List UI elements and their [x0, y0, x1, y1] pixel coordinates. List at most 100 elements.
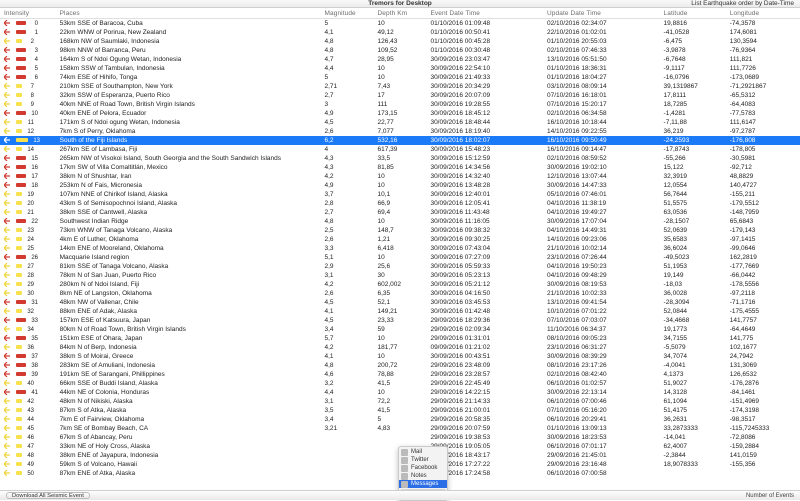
table-row[interactable]: 4387km S of Atka, Alaska3,541,529/09/201…	[0, 406, 800, 415]
cell-places: 59km S of Volcano, Hawaii	[56, 460, 321, 469]
table-row[interactable]: 4144km NE of Colonia, Honduras4,41029/09…	[0, 388, 800, 397]
col-update-datetime[interactable]: Update Date Time	[543, 8, 660, 19]
cell-magnitude: 4,1	[321, 307, 374, 316]
cell-latitude: 33,2873333	[660, 424, 726, 433]
table-row[interactable]: 18253km N of Fais, Micronesia4,91030/09/…	[0, 181, 800, 190]
table-row[interactable]: 447km E of Fairview, Oklahoma3,4529/09/2…	[0, 415, 800, 424]
intensity-arrow-icon	[4, 56, 14, 62]
table-row[interactable]: 3480km N of Road Town, British Virgin Is…	[0, 325, 800, 334]
cell-event-datetime: 29/09/2016 02:09:34	[426, 325, 543, 334]
table-row[interactable]: 3148km NW of Vallenar, Chile4,552,130/09…	[0, 298, 800, 307]
intensity-bar	[16, 57, 26, 61]
menu-item-facebook[interactable]: Facebook	[399, 464, 447, 472]
table-row[interactable]: 19107km NNE of Chirikof Island, Alaska3,…	[0, 190, 800, 199]
col-intensity[interactable]: Intensity	[0, 8, 56, 19]
menubar: Tremors for Desktop List Earthquake orde…	[0, 0, 800, 8]
table-row[interactable]: 2514km ENE of Mooreland, Oklahoma3,36,41…	[0, 244, 800, 253]
cell-event-datetime: 30/09/2016 03:45:53	[426, 298, 543, 307]
table-row[interactable]: 053km SSE of Baracoa, Cuba51001/10/2016 …	[0, 19, 800, 29]
table-row[interactable]: 122km WNW of Porirua, New Zealand4,149,1…	[0, 28, 800, 37]
cell-depth: 41,5	[373, 406, 426, 415]
table-row[interactable]: 22Southwest Indian Ridge4,81030/09/2016 …	[0, 217, 800, 226]
table-row[interactable]: 29280km N of Ndoi Island, Fiji4,2602,002…	[0, 280, 800, 289]
cell-places: 7km E of Fairview, Oklahoma	[56, 415, 321, 424]
cell-depth: 7,43	[373, 82, 426, 91]
cell-update-datetime: 08/10/2016 23:17:26	[543, 361, 660, 370]
cell-depth: 5	[373, 415, 426, 424]
table-row[interactable]: 674km ESE of Hihifo, Tonga51030/09/2016 …	[0, 73, 800, 82]
table-row[interactable]: 35151km ESE of Ohara, Japan5,71029/09/20…	[0, 334, 800, 343]
intensity-bar	[16, 327, 22, 331]
table-row[interactable]: 15265km NW of Visokoi Island, South Geor…	[0, 154, 800, 163]
menu-item-messages[interactable]: Messages	[399, 480, 447, 488]
cell-update-datetime: 03/10/2016 08:09:14	[543, 82, 660, 91]
row-rank: 2	[24, 39, 34, 45]
table-row[interactable]: 2168km NW of Saumlaki, Indonesia4,8126,4…	[0, 37, 800, 46]
col-depth[interactable]: Depth Km	[373, 8, 426, 19]
table-row[interactable]: 4066km SSE of Buddi Island, Alaska3,241,…	[0, 379, 800, 388]
cell-depth: 10	[373, 334, 426, 343]
cell-places: 81km SSE of Tanaga Volcano, Alaska	[56, 262, 321, 271]
cell-event-datetime: 30/09/2016 09:30:25	[426, 235, 543, 244]
table-row[interactable]: 127km S of Perry, Oklahoma2,67,07730/09/…	[0, 127, 800, 136]
intensity-bar	[16, 66, 26, 70]
table-row[interactable]: 4248km N of Nikiski, Alaska3,172,229/09/…	[0, 397, 800, 406]
intensity-arrow-icon	[4, 470, 14, 476]
table-row[interactable]: 7210km SSE of Southampton, New York2,717…	[0, 82, 800, 91]
row-rank: 36	[24, 345, 34, 351]
table-row[interactable]: 940km NNE of Road Town, British Virgin I…	[0, 100, 800, 109]
col-magnitude[interactable]: Magnitude	[321, 8, 374, 19]
download-all-button[interactable]: Download All Seismic Event	[6, 492, 90, 500]
intensity-bar	[16, 372, 26, 376]
table-row[interactable]: 2878km N of San Juan, Puerto Rico3,13030…	[0, 271, 800, 280]
table-row[interactable]: 457km SE of Bombay Beach, CA3,214,8329/0…	[0, 424, 800, 433]
table-row[interactable]: 13South of the Fiji Islands6,2532,1630/0…	[0, 136, 800, 145]
col-places[interactable]: Places	[56, 8, 321, 19]
cell-latitude: 32,3919	[660, 172, 726, 181]
table-row[interactable]: 3684km N of Berp, Indonesia4,2181,7709/0…	[0, 343, 800, 352]
cell-update-datetime: 08/10/2016 09:05:23	[543, 334, 660, 343]
cell-longitude: 111,7726	[726, 64, 800, 73]
cell-depth: 10	[373, 181, 426, 190]
intensity-arrow-icon	[4, 92, 14, 98]
col-latitude[interactable]: Latitude	[660, 8, 726, 19]
table-row[interactable]: 4164km S of Ndoi Ogung Wetan, Indonesia4…	[0, 55, 800, 64]
table-row[interactable]: 2781km SSE of Tanaga Volcano, Alaska2,92…	[0, 262, 800, 271]
table-row[interactable]: 308km NE of Langston, Oklahoma2,66,3530/…	[0, 289, 800, 298]
cell-depth: 7,077	[373, 127, 426, 136]
table-row[interactable]: 2138km SSE of Cantwell, Alaska2,769,430/…	[0, 208, 800, 217]
menu-item-twitter[interactable]: Twitter	[399, 456, 447, 464]
table-row[interactable]: 38283km SE of Amuliani, Indonesia4,8200,…	[0, 361, 800, 370]
table-row[interactable]: 26Macquarie Island region5,11030/09/2016…	[0, 253, 800, 262]
table-row[interactable]: 1738km N of Shushtar, Iran4,21030/09/201…	[0, 172, 800, 181]
table-row[interactable]: 1617km SW of Villa Comaltitlán, Mexico4,…	[0, 163, 800, 172]
table-row[interactable]: 244km E of Luther, Oklahoma2,61,2130/09/…	[0, 235, 800, 244]
row-rank: 33	[28, 318, 38, 324]
table-row[interactable]: 5158km SSW of Tambulan, Indonesia4,41030…	[0, 64, 800, 73]
cell-event-datetime: 01/10/2016 00:30:48	[426, 46, 543, 55]
table-row[interactable]: 2043km S of Semisopochnoi Island, Alaska…	[0, 199, 800, 208]
table-row[interactable]: 398km NNW of Barranca, Peru4,8109,5201/1…	[0, 46, 800, 55]
table-row[interactable]: 39191km SE of Sarangani, Phillippines4,6…	[0, 370, 800, 379]
table-row[interactable]: 2373km WNW of Tanaga Volcano, Alaska2,51…	[0, 226, 800, 235]
col-longitude[interactable]: Longitude	[726, 8, 800, 19]
menu-item-notes[interactable]: Notes	[399, 472, 447, 480]
cell-magnitude: 2,6	[321, 289, 374, 298]
table-row[interactable]: 3738km S of Moirai, Greece4,11030/09/201…	[0, 352, 800, 361]
row-rank: 1	[28, 30, 38, 36]
cell-longitude: -97,2787	[726, 127, 800, 136]
cell-event-datetime: 29/09/2016 01:31:01	[426, 334, 543, 343]
table-row[interactable]: 11171km S of Ndoi ogung Wetan, Indonesia…	[0, 118, 800, 127]
table-row[interactable]: 832km SSW of Esperanza, Puerto Rico2,717…	[0, 91, 800, 100]
col-event-datetime[interactable]: Event Date Time	[426, 8, 543, 19]
table-row[interactable]: 14267km SE of Lambasa, Fiji4617,3930/09/…	[0, 145, 800, 154]
table-row[interactable]: 3288km ENE of Adak, Alaska4,1149,2130/09…	[0, 307, 800, 316]
table-row[interactable]: 1040km ENE of Pelora, Ecuador4,9173,1530…	[0, 109, 800, 118]
cell-places: 280km N of Ndoi Island, Fiji	[56, 280, 321, 289]
intensity-arrow-icon	[4, 326, 14, 332]
cell-update-datetime: 02/10/2016 08:59:52	[543, 154, 660, 163]
menu-item-mail[interactable]: Mail	[399, 448, 447, 456]
table-row[interactable]: 4667km S of Abancay, Peru29/09/2016 19:3…	[0, 433, 800, 442]
table-row[interactable]: 33157km ESE of Katsuura, Japan4,523,3329…	[0, 316, 800, 325]
intensity-bar	[16, 21, 26, 25]
